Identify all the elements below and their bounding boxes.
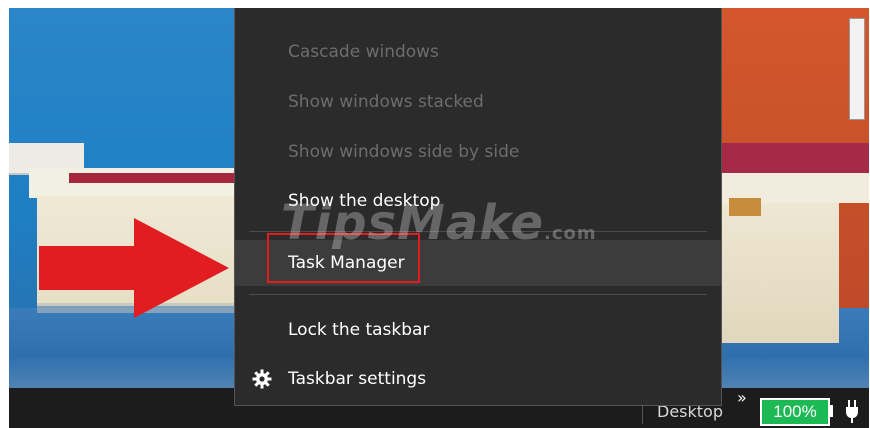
wallpaper-table2-side	[709, 203, 839, 343]
task-manager-highlight-box	[267, 233, 420, 283]
menu-separator	[249, 294, 707, 295]
menu-item-cascade-windows: Cascade windows	[288, 42, 439, 62]
wallpaper-table2-felt	[709, 143, 869, 173]
menu-item-show-windows-stacked: Show windows stacked	[288, 92, 484, 112]
menu-item-lock-the-taskbar[interactable]: Lock the taskbar	[235, 312, 721, 348]
menu-item-show-the-desktop[interactable]: Show the desktop	[235, 183, 721, 219]
plug-icon[interactable]	[845, 398, 859, 424]
gear-icon	[252, 369, 272, 389]
menu-separator	[249, 231, 707, 232]
battery-indicator[interactable]: 100%	[760, 398, 830, 426]
wallpaper-tag	[729, 198, 761, 216]
red-arrow-annotation	[39, 218, 229, 318]
menu-item-show-windows-side-by-side: Show windows side by side	[288, 142, 520, 162]
menu-item-taskbar-settings[interactable]: Taskbar settings	[235, 361, 721, 397]
wallpaper-outlet	[849, 18, 865, 120]
taskbar-context-menu: Cascade windows Show windows stacked Sho…	[234, 8, 722, 406]
screenshot-frame: Desktop » 100% Cascade windows Show wind…	[9, 8, 869, 428]
battery-nub	[829, 405, 833, 417]
overflow-chevron-icon[interactable]: »	[737, 388, 747, 407]
